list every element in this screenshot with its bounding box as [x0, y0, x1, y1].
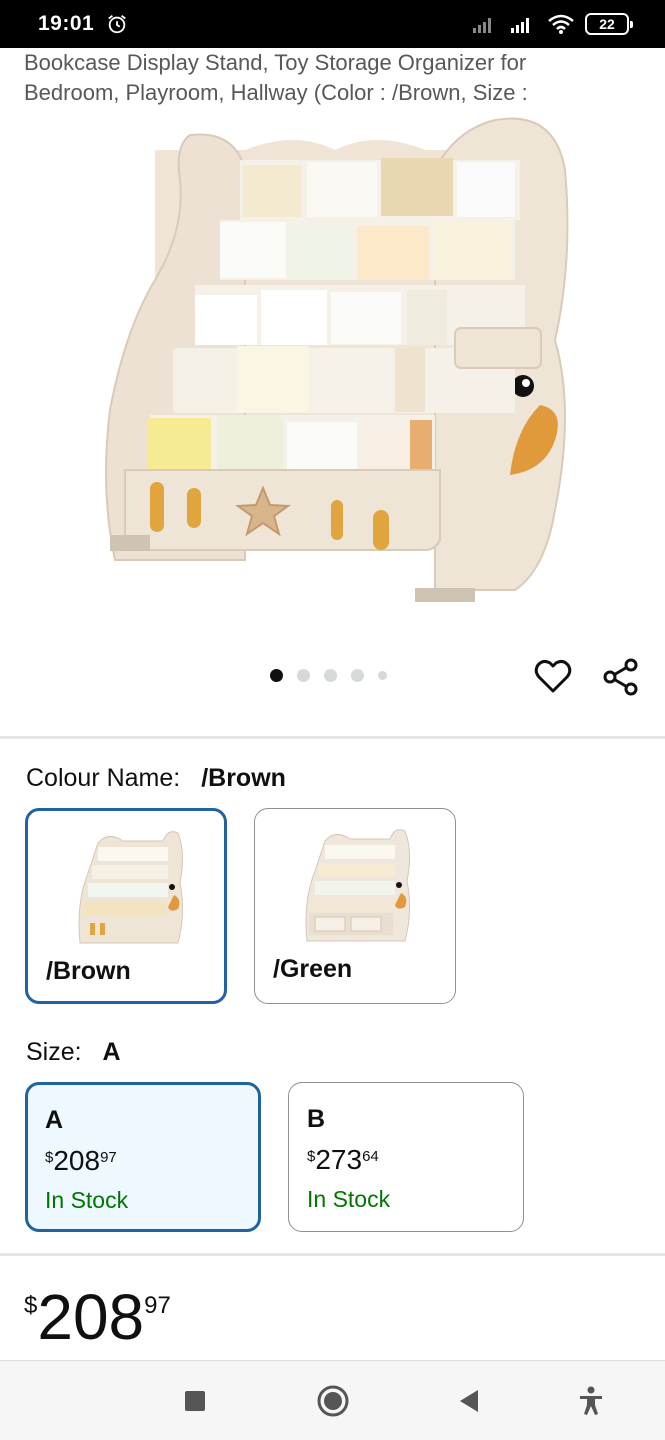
colour-selected-value: /Brown	[201, 764, 286, 792]
size-option-price: $ 208 97	[45, 1145, 258, 1177]
signal-icon	[473, 18, 491, 33]
product-title: Bookcase Display Stand, Toy Storage Orga…	[24, 48, 644, 108]
carousel-dot[interactable]	[324, 669, 337, 682]
size-selected-value: A	[102, 1038, 121, 1066]
product-price: $ 208 97	[24, 1282, 171, 1352]
size-option-price: $ 273 64	[307, 1144, 523, 1176]
carousel-dot[interactable]	[270, 669, 283, 682]
product-image[interactable]	[95, 110, 575, 610]
swatch-thumbnail	[78, 831, 184, 944]
alarm-icon	[108, 15, 127, 34]
price-fraction: 97	[144, 1292, 171, 1319]
size-label-text: Size:	[26, 1038, 82, 1066]
size-option-name: A	[45, 1106, 64, 1134]
colour-option-green[interactable]: /Green	[254, 808, 456, 1004]
share-icon[interactable]	[601, 657, 641, 697]
price-currency: $	[24, 1292, 38, 1319]
price-currency: $	[45, 1149, 54, 1166]
back-icon[interactable]	[448, 1381, 488, 1421]
carousel-dot[interactable]	[297, 669, 310, 682]
stock-status: In Stock	[45, 1187, 129, 1213]
image-carousel-dots	[270, 669, 387, 682]
price-whole: 273	[315, 1144, 363, 1175]
price-whole: 208	[37, 1281, 145, 1353]
size-option-name: B	[307, 1105, 326, 1133]
colour-option-label: /Green	[273, 955, 353, 983]
product-title-line: Bookcase Display Stand, Toy Storage Orga…	[24, 50, 527, 75]
price-whole: 208	[53, 1145, 101, 1176]
price-fraction: 97	[100, 1149, 117, 1166]
wifi-icon	[548, 14, 574, 34]
home-icon[interactable]	[313, 1381, 353, 1421]
colour-name-label: Colour Name: /Brown	[26, 764, 286, 793]
size-option-a[interactable]: A $ 208 97 In Stock	[25, 1082, 261, 1232]
battery-icon: 22	[585, 13, 633, 35]
accessibility-icon[interactable]	[571, 1381, 611, 1421]
recent-apps-icon[interactable]	[175, 1381, 215, 1421]
status-time: 19:01	[38, 12, 95, 35]
stock-status: In Stock	[307, 1186, 391, 1212]
size-label: Size: A	[26, 1038, 121, 1067]
section-divider	[0, 736, 665, 739]
carousel-dot[interactable]	[378, 671, 387, 680]
status-bar: 19:01 22	[0, 0, 665, 48]
colour-label-text: Colour Name:	[26, 764, 181, 792]
price-fraction: 64	[362, 1148, 379, 1165]
section-divider	[0, 1253, 665, 1256]
heart-icon[interactable]	[533, 657, 573, 697]
size-option-b[interactable]: B $ 273 64 In Stock	[288, 1082, 524, 1232]
product-title-line: Bedroom, Playroom, Hallway (Color : /Bro…	[24, 80, 528, 105]
price-currency: $	[307, 1148, 316, 1165]
colour-option-label: /Brown	[46, 957, 131, 985]
signal-icon	[511, 18, 529, 33]
swatch-thumbnail	[305, 829, 411, 942]
system-navigation-bar	[0, 1360, 665, 1440]
carousel-dot[interactable]	[351, 669, 364, 682]
colour-option-brown[interactable]: /Brown	[25, 808, 227, 1004]
battery-level: 22	[599, 16, 615, 32]
